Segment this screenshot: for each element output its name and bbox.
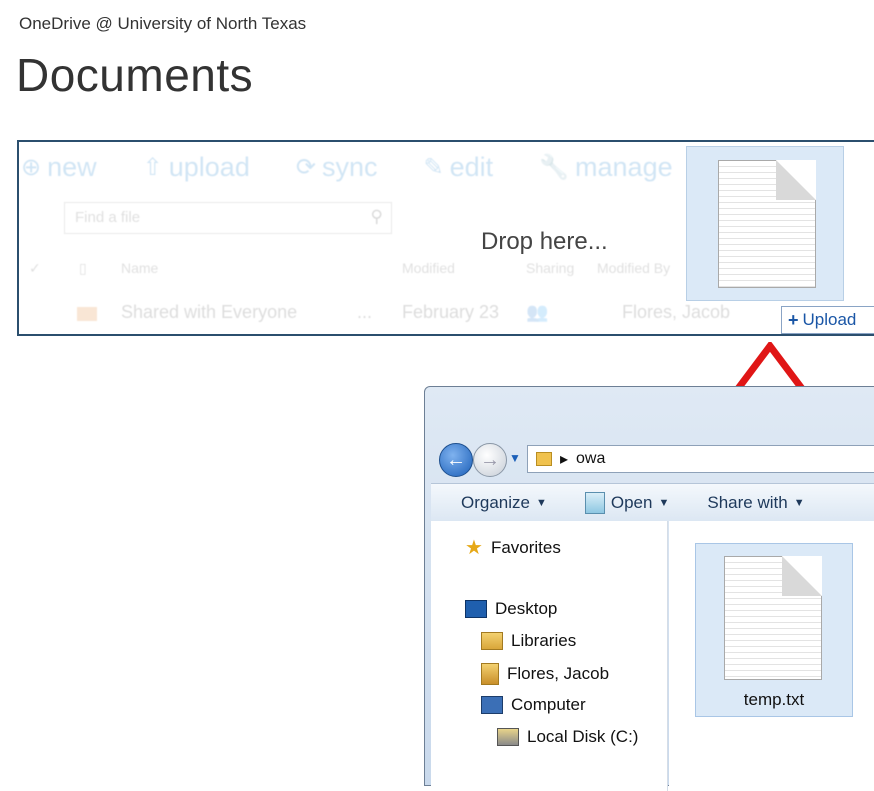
pencil-icon: ✎ [423,154,444,181]
find-file-input[interactable]: Find a file ⚲ [64,202,392,234]
column-modified[interactable]: Modified [402,260,455,276]
drag-ghost-file [686,146,844,301]
favorites-label: Favorites [490,537,561,557]
text-file-icon [718,160,816,288]
explorer-toolbar: Organize ▼ Open ▼ Share with ▼ [431,483,874,521]
search-icon[interactable]: ⚲ [371,207,383,227]
caret-down-icon: ▼ [535,496,547,509]
upload-label: upload [168,152,250,182]
row-modified: February 23 [402,302,500,322]
column-modified-by[interactable]: Modified By [597,260,670,276]
command-bar: ⊕new ⇧upload ⟳sync ✎edit 🔧manage share [21,152,786,183]
row-modified-by[interactable]: Flores, Jacob [622,302,730,323]
user-folder-icon [481,663,499,685]
local-disk-label: Local Disk (C:) [527,727,639,746]
nav-local-disk[interactable]: Local Disk (C:) [497,727,638,747]
sync-label: sync [321,152,378,182]
plus-circle-icon: ⊕ [21,154,42,181]
file-name: temp.txt [743,690,805,709]
back-arrow-icon[interactable]: ← [439,443,473,477]
manage-button[interactable]: 🔧 manage [539,152,672,183]
address-bar[interactable]: ▸ owa [527,445,874,473]
path-separator[interactable]: ▸ [560,449,568,469]
people-icon: 👥 [526,302,549,322]
share-with-button[interactable]: Share with ▼ [707,493,804,513]
nav-desktop[interactable]: Desktop [465,599,557,619]
edit-button[interactable]: ✎ edit [423,152,493,183]
row-menu-ellipsis[interactable]: ... [357,302,372,323]
libraries-label: Libraries [511,631,577,650]
new-button[interactable]: ⊕ new [21,152,97,183]
computer-icon [481,696,503,714]
open-label: Open [610,492,653,512]
share-with-label: Share with [707,492,788,512]
nav-favorites[interactable]: ★ Favorites [465,535,561,560]
folder-icon [77,307,97,321]
star-icon: ★ [465,537,483,559]
sync-button[interactable]: ⟳ sync [296,152,378,183]
text-file-icon [724,556,822,680]
navigation-pane: ★ Favorites Desktop Libraries Flores, Ja… [431,521,668,791]
nav-libraries[interactable]: Libraries [481,631,576,651]
upload-icon: ⇧ [142,154,163,181]
path-owa[interactable]: owa [576,450,605,468]
file-item-selected[interactable]: temp.txt [695,543,853,717]
hard-drive-icon [497,728,519,746]
organize-label: Organize [461,492,530,512]
upload-button[interactable]: ⇧ upload [143,152,250,183]
caret-down-icon[interactable]: ▼ [658,497,669,509]
edit-label: edit [449,152,494,182]
manage-label: manage [575,152,673,182]
plus-icon: + [788,309,799,330]
file-list-pane: temp.txt [669,521,874,791]
search-placeholder: Find a file [75,209,141,226]
drop-here-text: Drop here... [481,228,608,255]
file-explorer-window[interactable]: ← → ▼ ▸ owa Organize ▼ Open ▼ Share with… [424,386,874,791]
select-all-check[interactable]: ✓ [29,260,41,277]
new-label: new [47,152,97,182]
desktop-label: Desktop [495,599,558,618]
computer-label: Computer [511,695,586,714]
wrench-icon: 🔧 [539,154,570,181]
nav-user-folder[interactable]: Flores, Jacob [481,663,609,685]
nav-computer[interactable]: Computer [481,695,586,715]
open-button[interactable]: Open ▼ [584,491,669,514]
upload-tooltip: + Upload [781,306,874,334]
user-folder-label: Flores, Jacob [507,664,610,683]
recent-pages-dropdown[interactable]: ▼ [509,451,521,465]
row-name[interactable]: Shared with Everyone [121,302,297,323]
forward-arrow-icon[interactable]: → [473,443,507,477]
column-sharing[interactable]: Sharing [526,260,574,276]
file-type-icon: ▯ [79,260,87,276]
libraries-icon [481,632,503,650]
desktop-icon [465,600,487,618]
caret-down-icon: ▼ [793,496,805,509]
folder-icon [536,452,552,466]
page-title: Documents [16,49,254,101]
column-name[interactable]: Name [121,260,158,276]
upload-tooltip-label: Upload [802,310,857,329]
notepad-icon [584,491,605,514]
sync-icon: ⟳ [295,154,316,181]
organize-button[interactable]: Organize ▼ [461,493,547,513]
site-title[interactable]: OneDrive @ University of North Texas [19,14,306,34]
address-row: ← → ▼ ▸ owa [437,441,874,477]
